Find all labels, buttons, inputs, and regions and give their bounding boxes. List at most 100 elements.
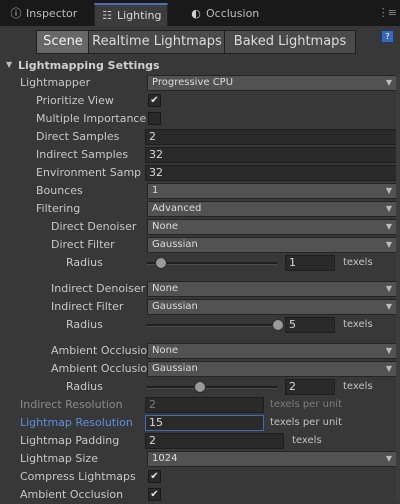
tab-occlusion[interactable]: ◐ Occlusion <box>184 3 265 25</box>
lightmapper-dropdown[interactable]: Progressive CPU ▼ <box>147 75 397 91</box>
row-indirect-denoiser: Indirect Denoiser None ▼ <box>0 280 400 298</box>
indirect-radius-slider-track[interactable] <box>147 324 277 327</box>
ao-filter-label: Ambient Occlusio <box>51 362 147 375</box>
bounces-value: 1 <box>152 185 159 196</box>
lightmap-resolution-label: Lightmap Resolution <box>20 416 133 429</box>
ao-radius-slider-knob[interactable] <box>194 381 206 393</box>
indirect-resolution-label: Indirect Resolution <box>20 398 123 411</box>
direct-denoiser-label: Direct Denoiser <box>51 220 137 233</box>
prioritize-view-checkbox[interactable]: ✔ <box>148 94 161 107</box>
indirect-radius-label: Radius <box>66 318 103 331</box>
row-lightmap-resolution: Lightmap Resolution 15 texels per unit <box>0 414 400 432</box>
ao-denoiser-value: None <box>152 345 179 356</box>
row-ambient-occlusion: Ambient Occlusion ✔ <box>0 486 400 504</box>
row-indirect-samples: Indirect Samples 32 <box>0 146 400 164</box>
chevron-down-icon: ▼ <box>385 240 392 249</box>
tab-inspector[interactable]: ⓘ Inspector <box>4 3 83 25</box>
ambient-occlusion-checkbox[interactable]: ✔ <box>148 488 161 501</box>
ao-filter-value: Gaussian <box>152 363 198 374</box>
chevron-down-icon: ▼ <box>385 364 392 373</box>
help-icon[interactable]: ? <box>381 30 394 43</box>
lightmap-size-value: 1024 <box>152 453 178 464</box>
indirect-resolution-field: 2 <box>145 397 264 413</box>
chevron-down-icon: ▼ <box>385 222 392 231</box>
indirect-filter-value: Gaussian <box>152 301 198 312</box>
ao-denoiser-label: Ambient Occlusio <box>51 344 147 357</box>
direct-denoiser-dropdown[interactable]: None ▼ <box>147 219 397 235</box>
multiple-importance-checkbox[interactable] <box>148 112 161 125</box>
tab-occlusion-label: Occlusion <box>206 7 260 20</box>
indirect-filter-label: Indirect Filter <box>51 300 124 313</box>
row-ao-radius: Radius 2 texels <box>0 378 400 396</box>
environment-samples-label: Environment Samp <box>36 166 142 179</box>
lightmap-size-dropdown[interactable]: 1024 ▼ <box>147 451 397 467</box>
environment-samples-field[interactable]: 32 <box>145 165 398 181</box>
indirect-radius-slider-knob[interactable] <box>272 319 284 331</box>
direct-radius-slider-knob[interactable] <box>155 257 167 269</box>
section-title: Lightmapping Settings <box>18 59 160 72</box>
bounces-label: Bounces <box>36 184 83 197</box>
row-filtering: Filtering Advanced ▼ <box>0 200 400 218</box>
filtering-value: Advanced <box>152 203 202 214</box>
indirect-filter-dropdown[interactable]: Gaussian ▼ <box>147 299 397 315</box>
lightmapping-settings-header[interactable]: ▼ Lightmapping Settings <box>0 58 400 74</box>
filtering-dropdown[interactable]: Advanced ▼ <box>147 201 397 217</box>
ao-radius-slider-track[interactable] <box>147 386 277 389</box>
direct-denoiser-value: None <box>152 221 179 232</box>
scene-button[interactable]: Scene <box>36 30 90 54</box>
row-ao-filter: Ambient Occlusio Gaussian ▼ <box>0 360 400 378</box>
multiple-importance-label: Multiple Importance <box>36 112 146 125</box>
row-multiple-importance: Multiple Importance <box>0 110 400 128</box>
indirect-resolution-unit: texels per unit <box>270 399 342 410</box>
chevron-down-icon: ▼ <box>385 284 392 293</box>
lightmap-padding-field[interactable]: 2 <box>145 433 284 449</box>
compress-lightmaps-checkbox[interactable]: ✔ <box>148 470 161 483</box>
indirect-denoiser-dropdown[interactable]: None ▼ <box>147 281 397 297</box>
row-compress-lightmaps: Compress Lightmaps ✔ <box>0 468 400 486</box>
lightmap-padding-unit: texels <box>292 435 322 446</box>
ao-denoiser-dropdown[interactable]: None ▼ <box>147 343 397 359</box>
lightmap-padding-label: Lightmap Padding <box>20 434 120 447</box>
window-tab-bar: ⓘ Inspector ☷ Lighting ◐ Occlusion ⋮≡ <box>0 0 400 28</box>
window-menu-icon[interactable]: ⋮≡ <box>378 6 397 19</box>
compress-lightmaps-label: Compress Lightmaps <box>20 470 136 483</box>
lightmap-size-label: Lightmap Size <box>20 452 98 465</box>
foldout-arrow-icon: ▼ <box>6 60 13 69</box>
bounces-dropdown[interactable]: 1 ▼ <box>147 183 397 199</box>
chevron-down-icon: ▼ <box>385 346 392 355</box>
indirect-samples-field[interactable]: 32 <box>145 147 398 163</box>
direct-radius-unit: texels <box>343 257 373 268</box>
realtime-lightmaps-button[interactable]: Realtime Lightmaps <box>88 30 226 54</box>
row-indirect-filter: Indirect Filter Gaussian ▼ <box>0 298 400 316</box>
filtering-label: Filtering <box>36 202 81 215</box>
row-direct-filter: Direct Filter Gaussian ▼ <box>0 236 400 254</box>
lightmap-resolution-unit: texels per unit <box>270 417 342 428</box>
row-direct-denoiser: Direct Denoiser None ▼ <box>0 218 400 236</box>
row-direct-samples: Direct Samples 2 <box>0 128 400 146</box>
indirect-radius-field[interactable]: 5 <box>285 317 335 333</box>
row-prioritize-view: Prioritize View ✔ <box>0 92 400 110</box>
lightmap-resolution-field[interactable]: 15 <box>145 415 264 431</box>
ao-filter-dropdown[interactable]: Gaussian ▼ <box>147 361 397 377</box>
scrollbar[interactable] <box>396 74 400 502</box>
direct-radius-field[interactable]: 1 <box>285 255 335 271</box>
direct-filter-dropdown[interactable]: Gaussian ▼ <box>147 237 397 253</box>
row-lightmap-padding: Lightmap Padding 2 texels <box>0 432 400 450</box>
chevron-down-icon: ▼ <box>385 302 392 311</box>
direct-filter-label: Direct Filter <box>51 238 115 251</box>
baked-lightmaps-button[interactable]: Baked Lightmaps <box>224 30 356 54</box>
row-environment-samples: Environment Samp 32 <box>0 164 400 182</box>
lightmapper-label: Lightmapper <box>20 76 91 89</box>
row-direct-radius: Radius 1 texels <box>0 254 400 272</box>
direct-radius-label: Radius <box>66 256 103 269</box>
chevron-down-icon: ▼ <box>385 186 392 195</box>
lighting-mode-toolbar: Scene Realtime Lightmaps Baked Lightmaps… <box>0 26 400 58</box>
occlusion-icon: ◐ <box>191 7 201 20</box>
prioritize-view-label: Prioritize View <box>36 94 114 107</box>
lighting-icon: ☷ <box>102 9 112 22</box>
ao-radius-field[interactable]: 2 <box>285 379 335 395</box>
indirect-denoiser-label: Indirect Denoiser <box>51 282 146 295</box>
direct-samples-field[interactable]: 2 <box>145 129 398 145</box>
chevron-down-icon: ▼ <box>385 78 392 87</box>
tab-lighting[interactable]: ☷ Lighting <box>94 3 169 28</box>
